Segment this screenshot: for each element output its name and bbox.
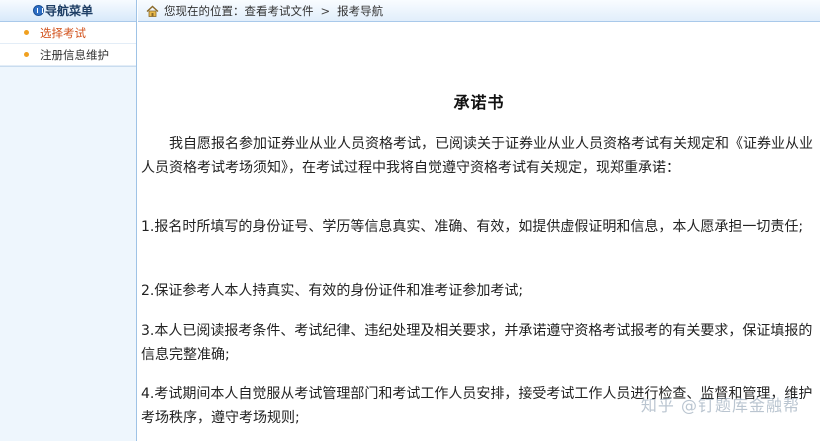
- bullet-icon: [24, 30, 29, 35]
- pledge-item-2: 2.保证参考人本人持真实、有效的身份证件和准考证参加考试;: [141, 283, 524, 299]
- breadcrumb-prefix: 您现在的位置：: [164, 3, 245, 18]
- pledge-item-1: 1.报名时所填写的身份证号、学历等信息真实、准确、有效，如提供虚假证明和信息，本…: [141, 219, 804, 235]
- sidebar-item-label: 注册信息维护: [40, 48, 109, 62]
- pledge-item-3: 3.本人已阅读报考条件、考试纪律、违纪处理及相关要求，并承诺遵守资格考试报考的有…: [141, 323, 813, 363]
- sidebar-header: 导航菜单: [0, 0, 136, 22]
- document-panel: 承诺书 我自愿报名参加证券业从业人员资格考试，已阅读关于证券业从业人员资格考试有…: [138, 23, 820, 441]
- breadcrumb-separator: >: [320, 3, 331, 18]
- menu-icon: [33, 5, 44, 16]
- breadcrumb: 您现在的位置： 查看考试文件 > 报考导航: [138, 0, 820, 22]
- sidebar: 导航菜单 选择考试 注册信息维护: [0, 0, 137, 441]
- home-icon: [146, 5, 159, 17]
- sidebar-nav: 选择考试 注册信息维护: [0, 22, 136, 67]
- app-window: 导航菜单 选择考试 注册信息维护 您现在的位置： 查看考试文件 > 报考导航 承…: [0, 0, 820, 441]
- breadcrumb-current: 报考导航: [337, 3, 384, 18]
- bullet-icon: [24, 52, 29, 57]
- sidebar-title: 导航菜单: [45, 4, 94, 18]
- intro-paragraph: 我自愿报名参加证券业从业人员资格考试，已阅读关于证券业从业人员资格考试有关规定和…: [141, 136, 813, 176]
- page-title: 承诺书: [453, 93, 505, 112]
- sidebar-item-label: 选择考试: [40, 26, 86, 40]
- sidebar-item-select-exam[interactable]: 选择考试: [0, 22, 136, 44]
- sidebar-item-registration-info[interactable]: 注册信息维护: [0, 44, 136, 66]
- breadcrumb-view-exam-files[interactable]: 查看考试文件: [245, 0, 314, 22]
- watermark: 知乎 @钉题库金融帮: [640, 396, 800, 415]
